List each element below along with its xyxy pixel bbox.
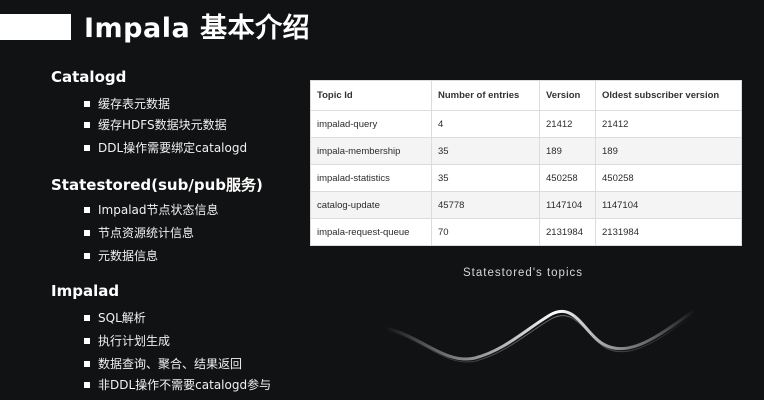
slide-title: Impala 基本介绍	[84, 13, 311, 44]
square-bullet-icon	[84, 144, 90, 151]
table-cell: 450258	[595, 164, 742, 192]
table-cell: 2131984	[595, 218, 742, 246]
table-row: catalog-update 45778 1147104 1147104	[310, 191, 742, 219]
table-header-row: Topic Id Number of entries Version Oldes…	[310, 80, 742, 111]
square-bullet-icon	[84, 360, 90, 367]
table-cell: impala-request-queue	[310, 218, 432, 246]
square-bullet-icon	[84, 314, 90, 321]
bullet-item: DDL操作需要绑定catalogd	[84, 140, 247, 156]
table-row: impala-membership 35 189 189	[310, 137, 742, 165]
bullet-item: 数据查询、聚合、结果返回	[84, 356, 242, 372]
table-cell: catalog-update	[310, 191, 432, 219]
table-cell: 45778	[431, 191, 540, 219]
bullet-item: 节点资源统计信息	[84, 225, 194, 241]
bullet-item: Impalad节点状态信息	[84, 202, 219, 218]
table-cell: impalad-statistics	[310, 164, 432, 192]
table-cell: 450258	[539, 164, 596, 192]
square-bullet-icon	[84, 121, 90, 128]
table-cell: 1147104	[539, 191, 596, 219]
table-cell: 35	[431, 164, 540, 192]
column-header: Number of entries	[431, 80, 540, 111]
table-cell: 4	[431, 110, 540, 138]
title-accent-bar	[0, 14, 71, 40]
bullet-item: 非DDL操作不需要catalogd参与	[84, 377, 271, 393]
table-cell: impalad-query	[310, 110, 432, 138]
table-cell: 21412	[539, 110, 596, 138]
table-row: impalad-query 4 21412 21412	[310, 110, 742, 138]
square-bullet-icon	[84, 229, 90, 236]
square-bullet-icon	[84, 100, 90, 107]
decorative-wave	[383, 308, 697, 363]
section-heading-catalogd: Catalogd	[51, 68, 127, 86]
table-cell: 2131984	[539, 218, 596, 246]
square-bullet-icon	[84, 337, 90, 344]
bullet-item: SQL解析	[84, 310, 146, 326]
bullet-item: 元数据信息	[84, 248, 158, 264]
table-cell: impala-membership	[310, 137, 432, 165]
table-cell: 189	[539, 137, 596, 165]
square-bullet-icon	[84, 381, 90, 388]
bullet-item: 执行计划生成	[84, 333, 170, 349]
table-cell: 21412	[595, 110, 742, 138]
section-heading-statestored: Statestored(sub/pub服务)	[51, 176, 263, 194]
column-header: Oldest subscriber version	[595, 80, 742, 111]
square-bullet-icon	[84, 206, 90, 213]
table-row: impalad-statistics 35 450258 450258	[310, 164, 742, 192]
wave-line	[383, 308, 697, 361]
table-cell: 1147104	[595, 191, 742, 219]
table-cell: 70	[431, 218, 540, 246]
column-header: Version	[539, 80, 596, 111]
column-header: Topic Id	[310, 80, 432, 111]
statestored-topics-table: Topic Id Number of entries Version Oldes…	[310, 80, 742, 246]
bullet-item: 缓存HDFS数据块元数据	[84, 117, 227, 133]
table-caption: Statestored's topics	[463, 267, 583, 279]
bullet-item: 缓存表元数据	[84, 96, 170, 112]
square-bullet-icon	[84, 252, 90, 259]
table-cell: 35	[431, 137, 540, 165]
section-heading-impalad: Impalad	[51, 282, 120, 300]
table-cell: 189	[595, 137, 742, 165]
table-row: impala-request-queue 70 2131984 2131984	[310, 218, 742, 246]
